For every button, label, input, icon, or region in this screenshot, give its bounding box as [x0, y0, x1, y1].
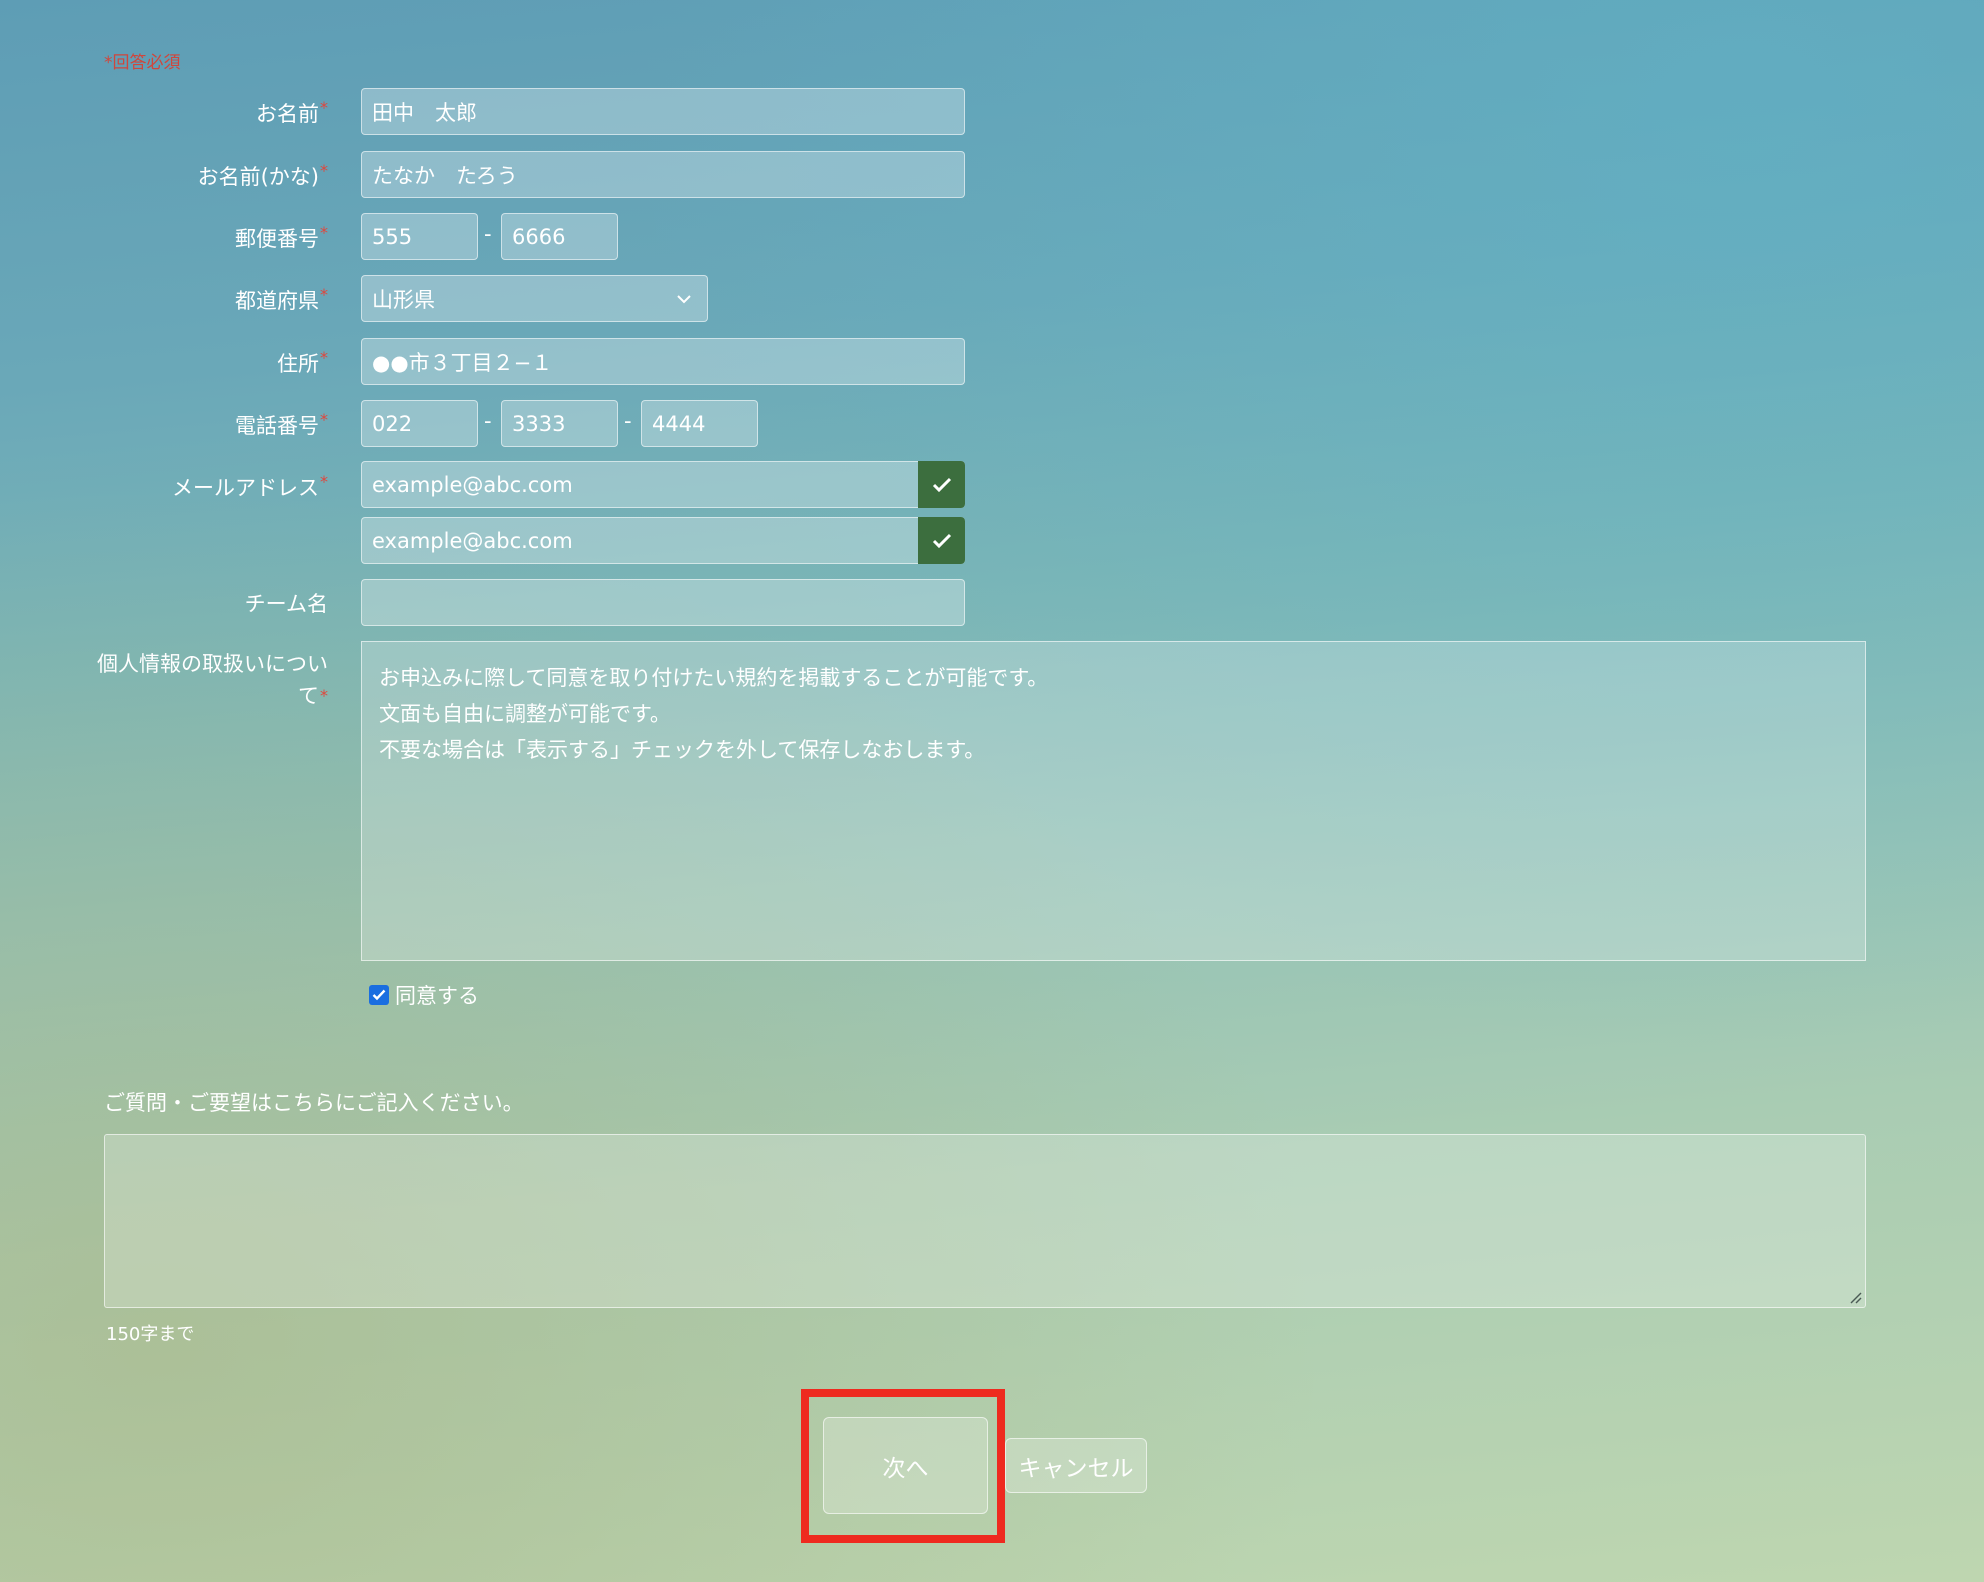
email-confirm-valid-indicator [918, 517, 965, 564]
phone-input-3[interactable]: 4444 [641, 400, 758, 447]
prefecture-selected-value: 山形県 [372, 287, 435, 312]
check-icon [932, 533, 951, 548]
required-star: * [320, 161, 328, 180]
required-star: * [320, 410, 328, 429]
phone-separator-2: - [624, 409, 632, 433]
postal-input-1[interactable]: 555 [361, 213, 478, 260]
required-star: * [320, 285, 328, 304]
postal-separator: - [484, 222, 492, 246]
check-icon [932, 477, 951, 492]
cancel-button[interactable]: キャンセル [1005, 1438, 1147, 1493]
postal-label: 郵便番号* [235, 223, 328, 251]
email-valid-indicator [918, 461, 965, 508]
phone-separator-1: - [484, 409, 492, 433]
email-label: メールアドレス* [172, 472, 328, 500]
required-star: * [320, 472, 328, 491]
name-input[interactable]: 田中 太郎 [361, 88, 965, 135]
kana-input[interactable]: たなか たろう [361, 151, 965, 198]
policy-textbox[interactable]: お申込みに際して同意を取り付けたい規約を掲載することが可能です。 文面も自由に調… [361, 641, 1866, 961]
email-confirm-input[interactable]: example@abc.com [361, 517, 965, 564]
address-label: 住所* [277, 348, 328, 376]
required-star: * [320, 223, 328, 242]
email-confirm-group: example@abc.com [361, 517, 965, 564]
address-input[interactable]: ●●市３丁目２−１ [361, 338, 965, 385]
email-input[interactable]: example@abc.com [361, 461, 965, 508]
resize-grip-icon[interactable] [1848, 1290, 1862, 1304]
next-button[interactable]: 次へ [823, 1417, 988, 1514]
policy-label: 個人情報の取扱いについて* [97, 652, 328, 708]
required-star: * [320, 348, 328, 367]
required-note: *回答必須 [104, 53, 181, 73]
prefecture-select[interactable]: 山形県 [361, 275, 708, 322]
phone-input-1[interactable]: 022 [361, 400, 478, 447]
email-group: example@abc.com [361, 461, 965, 508]
agree-checkbox-row[interactable]: 同意する [369, 980, 479, 1010]
check-icon [372, 989, 386, 1001]
character-limit-note: 150字まで [106, 1324, 195, 1345]
question-textarea[interactable] [104, 1134, 1866, 1308]
question-label: ご質問・ご要望はこちらにご記入ください。 [104, 1091, 524, 1115]
kana-label: お名前(かな)* [197, 161, 328, 189]
name-label: お名前* [256, 98, 328, 126]
team-input[interactable] [361, 579, 965, 626]
agree-label: 同意する [395, 984, 479, 1008]
agree-checkbox[interactable] [369, 985, 389, 1005]
team-label: チーム名 [244, 592, 328, 616]
postal-input-2[interactable]: 6666 [501, 213, 618, 260]
policy-line: 文面も自由に調整が可能です。 [379, 702, 671, 726]
prefecture-label: 都道府県* [235, 285, 328, 313]
phone-label: 電話番号* [235, 410, 328, 438]
required-star: * [320, 686, 328, 705]
phone-input-2[interactable]: 3333 [501, 400, 618, 447]
required-star: * [320, 98, 328, 117]
policy-line: 不要な場合は「表示する」チェックを外して保存しなおします。 [379, 738, 986, 762]
policy-line: お申込みに際して同意を取り付けたい規約を掲載することが可能です。 [379, 666, 1049, 690]
chevron-down-icon [677, 295, 691, 304]
